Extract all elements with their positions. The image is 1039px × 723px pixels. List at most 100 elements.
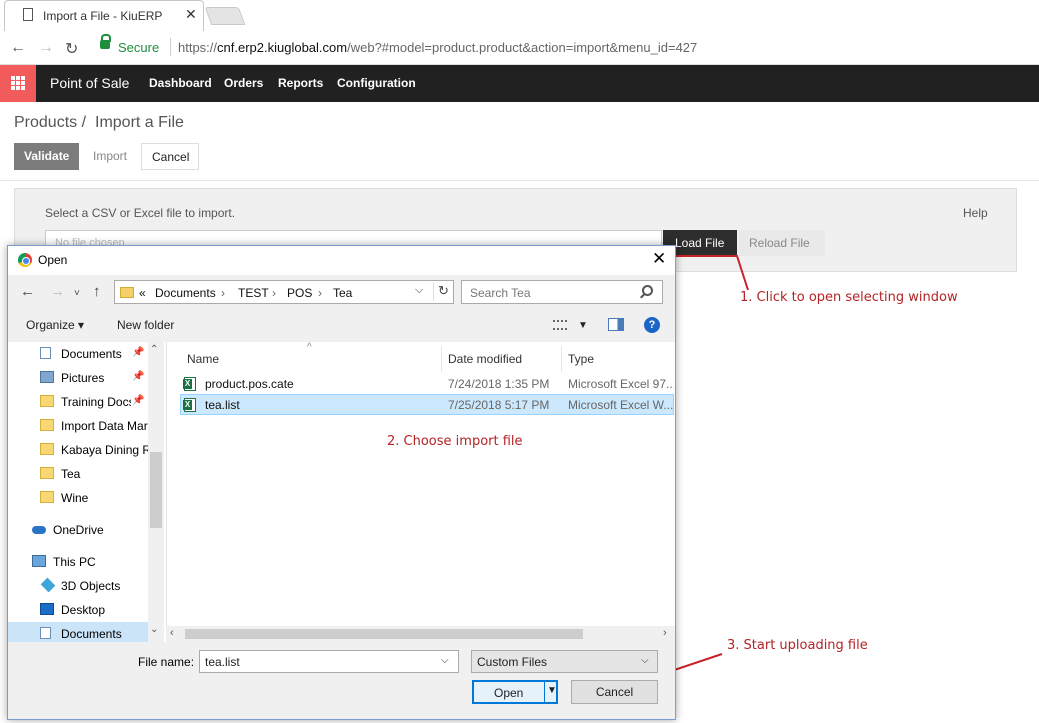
nav-item-label: Kabaya Dining R: [61, 443, 148, 457]
path-tea[interactable]: Tea: [333, 286, 352, 300]
excel-file-icon: [183, 398, 196, 412]
nav-item-this-pc[interactable]: This PC: [8, 550, 148, 574]
nav-item-label: Documents: [61, 627, 122, 641]
file-name: product.pos.cate: [205, 377, 294, 391]
path-overflow[interactable]: «: [139, 286, 146, 300]
nav-item-label: This PC: [53, 555, 96, 569]
pin-icon: 📌: [132, 347, 145, 358]
nav-item-label: OneDrive: [53, 523, 104, 537]
folder-icon: [40, 491, 54, 503]
nav-item-import-data[interactable]: Import Data Mar: [8, 414, 148, 438]
document-icon: [40, 627, 51, 639]
preview-pane-icon[interactable]: [608, 318, 624, 331]
search-placeholder: Search Tea: [470, 286, 531, 300]
chrome-icon: [18, 253, 32, 267]
organize-menu[interactable]: Organize ▾: [26, 318, 84, 332]
nav-item-label: Desktop: [61, 603, 106, 617]
nav-item-label: Documents: [61, 347, 122, 361]
nav-item-training-docs[interactable]: Training Docs 📌: [8, 390, 148, 414]
file-name-value: tea.list: [205, 655, 240, 669]
file-row-selected[interactable]: tea.list 7/25/2018 5:17 PM Microsoft Exc…: [180, 394, 674, 415]
annotation-line-1: [676, 255, 749, 291]
pictures-icon: [40, 371, 54, 383]
pc-icon: [32, 555, 46, 567]
nav-item-label: Training Docs: [61, 395, 131, 409]
dialog-cancel-button[interactable]: Cancel: [571, 680, 658, 704]
nav-item-tea[interactable]: Tea: [8, 462, 148, 486]
pin-icon: 📌: [132, 371, 145, 382]
sort-ascending-icon: ^: [307, 342, 312, 353]
file-type: Microsoft Excel W...: [568, 398, 674, 412]
scroll-left-icon[interactable]: ‹: [170, 627, 174, 639]
file-row[interactable]: product.pos.cate 7/24/2018 1:35 PM Micro…: [181, 374, 675, 395]
split-divider: [544, 682, 545, 702]
folder-icon: [40, 419, 54, 431]
folder-icon: [40, 395, 54, 407]
path-dropdown-icon[interactable]: ⌵: [415, 284, 423, 297]
folder-icon: [40, 467, 54, 479]
path-pos[interactable]: POS: [287, 286, 312, 300]
nav-item-wine[interactable]: Wine: [8, 486, 148, 510]
nav-item-label: Pictures: [61, 371, 105, 385]
nav-item-documents[interactable]: Documents 📌: [8, 342, 148, 366]
recent-locations-icon[interactable]: ˅: [74, 288, 80, 299]
help-icon[interactable]: ?: [644, 317, 660, 333]
nav-item-desktop[interactable]: Desktop: [8, 598, 148, 622]
dialog-back-icon[interactable]: ←: [20, 283, 35, 300]
cloud-icon: [32, 526, 46, 534]
refresh-icon[interactable]: ↻: [433, 283, 453, 301]
open-button-label: Open: [494, 686, 524, 700]
path-separator-icon: ›: [272, 286, 276, 300]
dialog-titlebar: Open ✕: [8, 246, 675, 275]
annotation-step-3: 3. Start uploading file: [727, 638, 868, 653]
dialog-forward-icon[interactable]: →: [50, 283, 65, 300]
path-separator-icon: ›: [318, 286, 322, 300]
nav-item-label: 3D Objects: [61, 579, 121, 593]
view-dropdown-icon[interactable]: ▼: [578, 320, 588, 331]
new-folder-button[interactable]: New folder: [117, 318, 174, 332]
nav-scroll-thumb[interactable]: [150, 452, 162, 528]
column-name[interactable]: Name: [187, 352, 219, 366]
search-input[interactable]: Search Tea: [461, 280, 663, 304]
nav-item-documents-pc[interactable]: Documents: [8, 622, 148, 642]
file-date: 7/24/2018 1:35 PM: [448, 377, 550, 391]
dialog-close-icon[interactable]: ✕: [652, 249, 666, 269]
nav-item-kabaya[interactable]: Kabaya Dining R: [8, 438, 148, 462]
path-documents[interactable]: Documents: [155, 286, 216, 300]
path-separator-icon: ›: [221, 286, 225, 300]
file-list: ^ Name Date modified Type product.pos.ca…: [166, 342, 675, 642]
annotation-step-1: 1. Click to open selecting window: [740, 290, 958, 305]
open-dropdown-icon[interactable]: ▼: [547, 685, 557, 696]
scroll-down-icon[interactable]: ⌄: [150, 624, 158, 635]
3d-objects-icon: [40, 577, 56, 593]
nav-item-onedrive[interactable]: OneDrive: [8, 518, 148, 542]
chevron-down-icon: ⌵: [641, 655, 649, 666]
dialog-title: Open: [38, 253, 68, 267]
nav-item-pictures[interactable]: Pictures 📌: [8, 366, 148, 390]
column-date-modified[interactable]: Date modified: [448, 352, 522, 366]
chevron-down-icon[interactable]: ⌵: [441, 655, 449, 666]
open-button[interactable]: Open ▼: [472, 680, 558, 704]
document-icon: [40, 347, 51, 359]
nav-item-3d-objects[interactable]: 3D Objects: [8, 574, 148, 598]
folder-path-bar[interactable]: « Documents › TEST › POS › Tea ⌵ ↻: [114, 280, 454, 304]
dialog-command-bar: Organize ▾ New folder ▼ ?: [8, 312, 675, 339]
file-type-select[interactable]: Custom Files ⌵: [471, 650, 658, 673]
path-test[interactable]: TEST: [238, 286, 269, 300]
scroll-right-icon[interactable]: ›: [663, 627, 667, 639]
view-options-icon[interactable]: [553, 320, 567, 330]
file-name: tea.list: [205, 398, 240, 412]
navigation-pane: Documents 📌 Pictures 📌 Training Docs 📌 Impo…: [8, 342, 166, 642]
file-name-input[interactable]: tea.list ⌵: [199, 650, 459, 673]
excel-file-icon: [183, 377, 196, 391]
file-date: 7/25/2018 5:17 PM: [448, 398, 550, 412]
hscroll-thumb[interactable]: [185, 629, 583, 639]
open-file-dialog: Open ✕ ← → ˅ ↑ « Documents › TEST › POS …: [7, 245, 676, 720]
file-list-hscrollbar[interactable]: ‹ ›: [166, 626, 675, 642]
column-type[interactable]: Type: [568, 352, 594, 366]
scroll-up-icon[interactable]: ⌃: [150, 344, 158, 355]
nav-item-label: Import Data Mar: [61, 419, 148, 433]
column-separator[interactable]: [441, 346, 442, 372]
column-separator[interactable]: [561, 346, 562, 372]
up-folder-icon[interactable]: ↑: [93, 283, 101, 300]
